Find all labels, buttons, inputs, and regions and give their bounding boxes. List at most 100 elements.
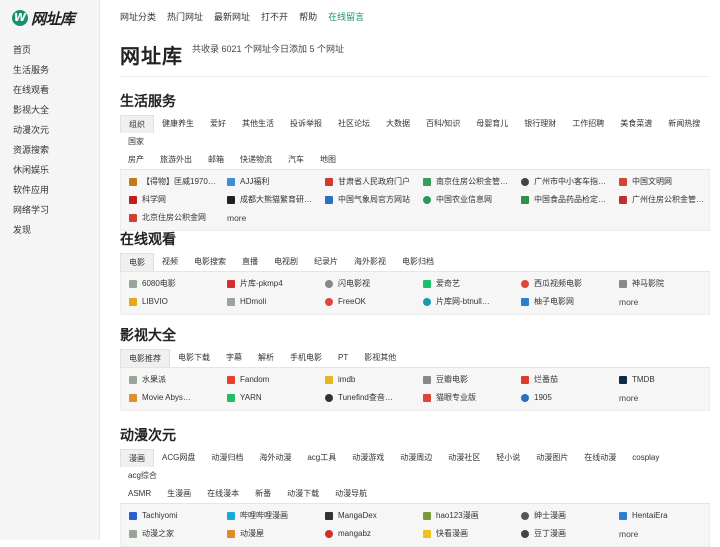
site-link[interactable]: 南京住房公积金管理中…: [415, 173, 513, 191]
category-tab[interactable]: 快递物流: [232, 151, 280, 169]
category-tab[interactable]: 影视其他: [356, 349, 404, 367]
category-tab[interactable]: 手机电影: [282, 349, 330, 367]
category-tab[interactable]: 动漫图片: [528, 449, 576, 467]
site-link[interactable]: Fandom: [219, 371, 317, 389]
site-link[interactable]: 豆丁漫画: [513, 525, 611, 543]
site-link[interactable]: Movie Abys…: [121, 389, 219, 407]
category-tab[interactable]: 电影下载: [170, 349, 218, 367]
site-link[interactable]: 快看漫画: [415, 525, 513, 543]
category-tab[interactable]: 在线漫本: [199, 485, 247, 503]
category-tab[interactable]: 健康养生: [154, 115, 202, 133]
sidebar-item[interactable]: 休闲娱乐: [0, 160, 100, 180]
site-link[interactable]: Tachiyomi: [121, 507, 219, 525]
site-link[interactable]: 成都大熊猫繁育研究基…: [219, 191, 317, 209]
category-tab[interactable]: 在线动漫: [576, 449, 624, 467]
site-link[interactable]: AJJ福利: [219, 173, 317, 191]
site-link[interactable]: 神马影院: [611, 275, 709, 293]
top-nav-item[interactable]: 在线留言: [328, 10, 364, 24]
sidebar-item[interactable]: 网络学习: [0, 200, 100, 220]
category-tab[interactable]: 邮箱: [200, 151, 232, 169]
sidebar-item[interactable]: 影视大全: [0, 100, 100, 120]
category-tab[interactable]: 电影搜索: [186, 253, 234, 271]
sidebar-item[interactable]: 发现: [0, 220, 100, 240]
site-link[interactable]: 广州住房公积金管理中…: [611, 191, 709, 209]
site-link[interactable]: 1905: [513, 389, 611, 407]
site-link[interactable]: 片库网-btnull…: [415, 293, 513, 311]
category-tab[interactable]: 视频: [154, 253, 186, 271]
more-link[interactable]: more: [611, 293, 709, 311]
site-link[interactable]: 6080电影: [121, 275, 219, 293]
site-link[interactable]: FreeOK: [317, 293, 415, 311]
more-link[interactable]: more: [611, 525, 709, 543]
site-link[interactable]: 水果派: [121, 371, 219, 389]
sidebar-item[interactable]: 首页: [0, 40, 100, 60]
site-link[interactable]: mangabz: [317, 525, 415, 543]
site-link[interactable]: 【得物】匡威1970s👍5: [121, 173, 219, 191]
category-tab[interactable]: 大数据: [378, 115, 418, 133]
category-tab[interactable]: 房产: [120, 151, 152, 169]
sidebar-item[interactable]: 资源搜索: [0, 140, 100, 160]
site-link[interactable]: 哔哩哔哩漫画: [219, 507, 317, 525]
category-tab[interactable]: 电影: [120, 253, 154, 271]
site-link[interactable]: Tunefind查音…: [317, 389, 415, 407]
site-link[interactable]: 绅士漫画: [513, 507, 611, 525]
site-link[interactable]: HDmoli: [219, 293, 317, 311]
site-link[interactable]: 中国食品药品检定研究…: [513, 191, 611, 209]
category-tab[interactable]: 轻小说: [488, 449, 528, 467]
category-tab[interactable]: PT: [330, 349, 356, 367]
category-tab[interactable]: 汽车: [280, 151, 312, 169]
category-tab[interactable]: 新闻热搜: [660, 115, 708, 133]
top-nav-item[interactable]: 热门网址: [167, 10, 203, 24]
category-tab[interactable]: 生漫画: [159, 485, 199, 503]
top-nav-item[interactable]: 最新网址: [214, 10, 250, 24]
category-tab[interactable]: 工作招聘: [564, 115, 612, 133]
sidebar-item[interactable]: 软件应用: [0, 180, 100, 200]
category-tab[interactable]: 电影归档: [394, 253, 442, 271]
top-nav-item[interactable]: 帮助: [299, 10, 317, 24]
category-tab[interactable]: 母婴育儿: [468, 115, 516, 133]
category-tab[interactable]: 字幕: [218, 349, 250, 367]
site-link[interactable]: 柚子电影网: [513, 293, 611, 311]
category-tab[interactable]: 银行理财: [516, 115, 564, 133]
site-link[interactable]: 烂番茄: [513, 371, 611, 389]
category-tab[interactable]: 解析: [250, 349, 282, 367]
site-link[interactable]: 广州市中小客车指标调…: [513, 173, 611, 191]
category-tab[interactable]: 动漫周边: [392, 449, 440, 467]
site-link[interactable]: 中国农业信息网: [415, 191, 513, 209]
site-link[interactable]: 中国文明网: [611, 173, 709, 191]
category-tab[interactable]: 动漫导航: [327, 485, 375, 503]
category-tab[interactable]: 动漫游戏: [344, 449, 392, 467]
site-link[interactable]: TMDB: [611, 371, 709, 389]
category-tab[interactable]: cosplay: [624, 449, 667, 467]
site-link[interactable]: 甘肃省人民政府门户: [317, 173, 415, 191]
category-tab[interactable]: 动漫下载: [279, 485, 327, 503]
more-link[interactable]: more: [219, 209, 317, 227]
site-link[interactable]: HentaiEra: [611, 507, 709, 525]
category-tab[interactable]: 直播: [234, 253, 266, 271]
category-tab[interactable]: 漫画: [120, 449, 154, 467]
category-tab[interactable]: 社区论坛: [330, 115, 378, 133]
category-tab[interactable]: ACG网盘: [154, 449, 203, 467]
category-tab[interactable]: 新番: [247, 485, 279, 503]
top-nav-item[interactable]: 打不开: [261, 10, 288, 24]
category-tab[interactable]: 组织: [120, 115, 154, 133]
site-link[interactable]: 片库-pkmp4: [219, 275, 317, 293]
category-tab[interactable]: 投诉举报: [282, 115, 330, 133]
sidebar-item[interactable]: 动漫次元: [0, 120, 100, 140]
more-link[interactable]: more: [611, 389, 709, 407]
category-tab[interactable]: 其他生活: [234, 115, 282, 133]
category-tab[interactable]: acg综合: [120, 467, 165, 485]
site-link[interactable]: imdb: [317, 371, 415, 389]
category-tab[interactable]: 旅游外出: [152, 151, 200, 169]
category-tab[interactable]: acg工具: [299, 449, 344, 467]
category-tab[interactable]: 纪录片: [306, 253, 346, 271]
site-link[interactable]: 动漫屋: [219, 525, 317, 543]
category-tab[interactable]: 电视剧: [266, 253, 306, 271]
site-link[interactable]: 动漫之家: [121, 525, 219, 543]
site-link[interactable]: MangaDex: [317, 507, 415, 525]
category-tab[interactable]: 电影推荐: [120, 349, 170, 367]
sidebar-item[interactable]: 生活服务: [0, 60, 100, 80]
site-link[interactable]: 科学网: [121, 191, 219, 209]
category-tab[interactable]: 动漫归档: [203, 449, 251, 467]
category-tab[interactable]: 地图: [312, 151, 344, 169]
